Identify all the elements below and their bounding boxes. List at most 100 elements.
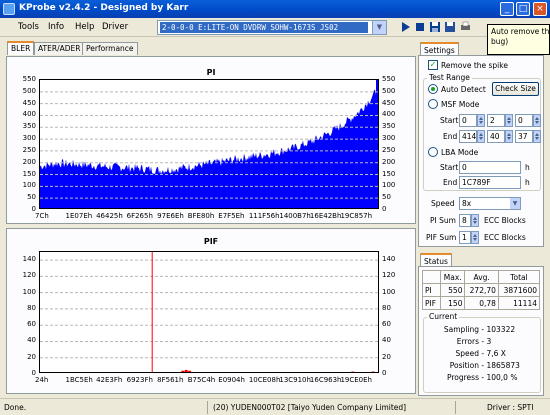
x-tick-label: BFE80h [187, 212, 215, 220]
pif-sum-label: PIF Sum [426, 233, 457, 242]
drive-select[interactable]: 2-0-0-0 E:LITE-ON DVDRW SOHW-1673S JS02 … [157, 20, 387, 35]
msf-start-frame-field[interactable]: 0 [515, 114, 533, 127]
y-tick-label: 0 [31, 205, 36, 213]
save-as-icon[interactable] [444, 21, 456, 33]
tab-settings[interactable]: Settings [420, 42, 459, 56]
y-tick-label-right: 50 [382, 193, 391, 202]
speed-select[interactable]: 8x ▼ [459, 197, 521, 210]
x-tick-label: 24h [35, 376, 49, 384]
y-tick-label-right: 0 [382, 205, 387, 213]
pif-ecc-blocks-label: ECC Blocks [484, 233, 526, 242]
tab-bler[interactable]: BLER [7, 41, 35, 55]
pi-plot-area [39, 79, 379, 209]
lba-start-label: Start [440, 163, 459, 172]
stop-icon[interactable] [414, 21, 426, 33]
check-size-button[interactable]: Check Size [492, 82, 539, 96]
tooltip-line: Auto remove the s [491, 27, 550, 36]
spin-arrows-icon[interactable] [477, 114, 485, 127]
y-tick-label-right: 20 [382, 352, 391, 361]
y-tick-label-right: 400 [382, 110, 396, 119]
msf-end-sec-field[interactable]: 40 [487, 130, 505, 143]
y-tick-label-right: 500 [382, 86, 396, 95]
y-tick-label: 200 [22, 157, 36, 166]
pi-max-cell: 550 [439, 283, 466, 297]
window-title: KProbe v2.4.2 - Designed by Karr [19, 3, 189, 13]
tab-performance[interactable]: Performance [82, 42, 138, 55]
x-tick-label: 97E6Eh [157, 212, 184, 220]
auto-detect-radio[interactable] [428, 84, 438, 94]
y-tick-label: 350 [22, 122, 36, 131]
x-tick-label: 1E07Eh [65, 212, 93, 220]
table-row: PI 550 272,70 3871600 [422, 283, 541, 297]
spin-arrows-icon[interactable] [533, 114, 541, 127]
row-header: PI [422, 283, 441, 297]
current-key: Sampling [443, 325, 479, 334]
menu-driver[interactable]: Driver [102, 22, 128, 32]
pif-chart-panel: PIF 0 0 20 20 40 40 60 60 80 80 100 100 120 120 140 140… [6, 228, 416, 394]
remove-spike-label: Remove the spike [441, 61, 508, 70]
status-panel: Max. Avg. Total PI 550 272,70 3871600 PI… [418, 266, 544, 396]
y-tick-label-right: 140 [382, 255, 396, 264]
menu-info[interactable]: Info [48, 22, 64, 32]
spin-arrows-icon[interactable] [505, 114, 513, 127]
status-text: Done. [4, 403, 27, 412]
y-tick-label: 150 [22, 169, 36, 178]
pi-ecc-blocks-label: ECC Blocks [484, 216, 526, 225]
y-tick-label-right: 120 [382, 271, 396, 280]
tab-status[interactable]: Status [420, 253, 452, 267]
y-tick-label: 100 [22, 287, 36, 296]
msf-end-min-field[interactable]: 414 [459, 130, 477, 143]
current-row: Speed - 7,6 X [427, 349, 505, 358]
lba-start-field[interactable]: 0 [459, 161, 521, 174]
menu-tools[interactable]: Tools [18, 22, 39, 32]
remove-spike-checkbox[interactable]: ✓ [428, 60, 438, 70]
y-tick-label-right: 300 [382, 134, 396, 143]
status-divider [455, 401, 456, 414]
msf-start-sec-field[interactable]: 2 [487, 114, 505, 127]
tab-ater-ader[interactable]: ATER/ADER [34, 42, 85, 55]
spin-arrows-icon[interactable] [505, 130, 513, 143]
y-tick-label-right: 100 [382, 181, 396, 190]
spin-arrows-icon[interactable] [471, 231, 479, 244]
current-value: 100,0 % [486, 373, 518, 382]
menu-help[interactable]: Help [75, 22, 94, 32]
current-key: Position [449, 361, 479, 370]
current-row: Progress - 100,0 % [427, 373, 517, 382]
x-tick-label: 1400B7h [279, 212, 311, 220]
pif-sum-field[interactable]: 1 [459, 231, 471, 244]
current-row: Errors - 3 [427, 337, 491, 346]
y-tick-label-right: 350 [382, 122, 396, 131]
chevron-down-icon[interactable]: ▼ [372, 21, 386, 34]
spin-arrows-icon[interactable] [471, 214, 479, 227]
play-icon[interactable] [399, 21, 411, 33]
y-tick-label: 550 [22, 75, 36, 83]
y-tick-label: 250 [22, 145, 36, 154]
pi-sum-field[interactable]: 8 [459, 214, 471, 227]
msf-end-label: End [443, 132, 458, 141]
spin-arrows-icon[interactable] [477, 130, 485, 143]
x-tick-label: 6F265h [126, 212, 153, 220]
x-tick-label: 7Ch [35, 212, 49, 220]
maximize-button[interactable]: □ [516, 2, 530, 16]
lba-start-unit: h [525, 163, 530, 172]
spin-arrows-icon[interactable] [533, 130, 541, 143]
save-icon[interactable] [429, 21, 441, 33]
pi-sum-label: PI Sum [430, 216, 456, 225]
current-value: 1865873 [486, 361, 520, 370]
msf-mode-radio[interactable] [428, 99, 438, 109]
close-button[interactable]: × [533, 2, 547, 16]
msf-start-min-field[interactable]: 0 [459, 114, 477, 127]
current-value: 103322 [486, 325, 516, 334]
pif-chart-title: PIF [203, 237, 219, 246]
msf-end-frame-field[interactable]: 37 [515, 130, 533, 143]
row-header: PIF [422, 296, 441, 310]
print-icon[interactable] [459, 21, 471, 33]
minimize-button[interactable]: _ [500, 2, 514, 16]
lba-mode-radio[interactable] [428, 147, 438, 157]
table-corner-cell [422, 270, 441, 284]
column-header: Max. [439, 270, 466, 284]
msf-start-label: Start [440, 116, 459, 125]
y-tick-label-right: 450 [382, 98, 396, 107]
chevron-down-icon[interactable]: ▼ [510, 198, 520, 209]
lba-end-field[interactable]: 1C789F [459, 176, 521, 189]
